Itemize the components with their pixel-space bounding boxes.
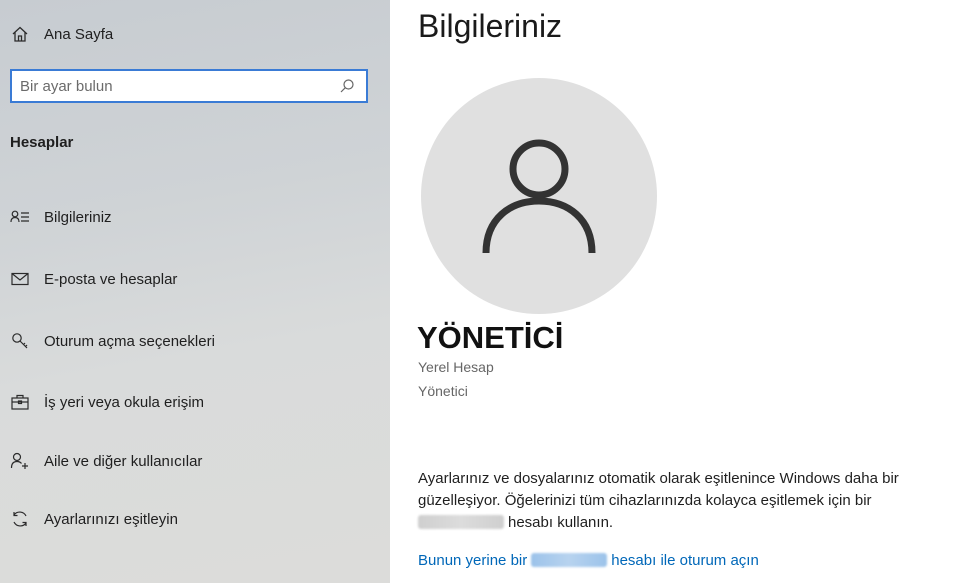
sync-icon bbox=[10, 509, 30, 529]
description-line-3: hesabı kullanın. bbox=[418, 512, 976, 534]
briefcase-icon bbox=[10, 392, 30, 412]
sidebar: Ana Sayfa Hesaplar Bilgileriniz E-posta … bbox=[0, 0, 390, 583]
sidebar-item-label: İş yeri veya okula erişim bbox=[44, 393, 205, 411]
description-line-2: güzelleşiyor. Öğelerinizi tüm cihazların… bbox=[418, 492, 872, 509]
search-input[interactable] bbox=[12, 72, 336, 100]
search-icon[interactable] bbox=[336, 78, 358, 94]
page-title: Bilgileriniz bbox=[418, 8, 563, 44]
link-suffix: hesabı ile oturum açın bbox=[611, 552, 759, 569]
sidebar-item-home[interactable]: Ana Sayfa bbox=[10, 19, 380, 49]
person-list-icon bbox=[10, 207, 30, 227]
link-prefix: Bunun yerine bir bbox=[418, 552, 528, 569]
redacted-brand bbox=[531, 553, 608, 567]
sidebar-item-sync[interactable]: Ayarlarınızı eşitleyin bbox=[10, 504, 380, 534]
avatar bbox=[421, 78, 657, 314]
sidebar-item-bilgileriniz[interactable]: Bilgileriniz bbox=[10, 202, 380, 232]
microsoft-account-signin-link[interactable]: Bunun yerine bir hesabı ile oturum açın bbox=[418, 552, 759, 569]
redacted-brand bbox=[418, 515, 504, 529]
mail-icon bbox=[10, 269, 30, 289]
sidebar-item-label: Aile ve diğer kullanıcılar bbox=[44, 452, 203, 470]
home-label: Ana Sayfa bbox=[44, 25, 114, 43]
sidebar-item-label: E-posta ve hesaplar bbox=[44, 270, 178, 288]
sidebar-item-label: Oturum açma seçenekleri bbox=[44, 332, 215, 350]
main-content: Bilgileriniz YÖNETİCİ Yerel Hesap Yöneti… bbox=[390, 0, 976, 583]
sidebar-item-email[interactable]: E-posta ve hesaplar bbox=[10, 264, 380, 294]
description-line-1: Ayarlarınız ve dosyalarınız otomatik ola… bbox=[418, 470, 899, 487]
sidebar-item-work-school[interactable]: İş yeri veya okula erişim bbox=[10, 387, 380, 417]
sidebar-item-label: Bilgileriniz bbox=[44, 208, 112, 226]
person-add-icon bbox=[10, 451, 30, 471]
sidebar-item-family[interactable]: Aile ve diğer kullanıcılar bbox=[10, 446, 380, 476]
account-role: Yönetici bbox=[418, 383, 468, 399]
sidebar-item-label: Ayarlarınızı eşitleyin bbox=[44, 510, 178, 528]
search-box[interactable] bbox=[10, 69, 368, 103]
home-icon bbox=[10, 24, 30, 44]
user-name: YÖNETİCİ bbox=[417, 320, 564, 355]
sidebar-item-sign-in-options[interactable]: Oturum açma seçenekleri bbox=[10, 326, 380, 356]
user-icon bbox=[482, 139, 596, 254]
account-type: Yerel Hesap bbox=[418, 359, 494, 375]
description-line-3-suffix: hesabı kullanın. bbox=[508, 514, 614, 531]
key-icon bbox=[10, 331, 30, 351]
section-title: Hesaplar bbox=[10, 134, 74, 151]
sync-description: Ayarlarınız ve dosyalarınız otomatik ola… bbox=[418, 468, 976, 534]
